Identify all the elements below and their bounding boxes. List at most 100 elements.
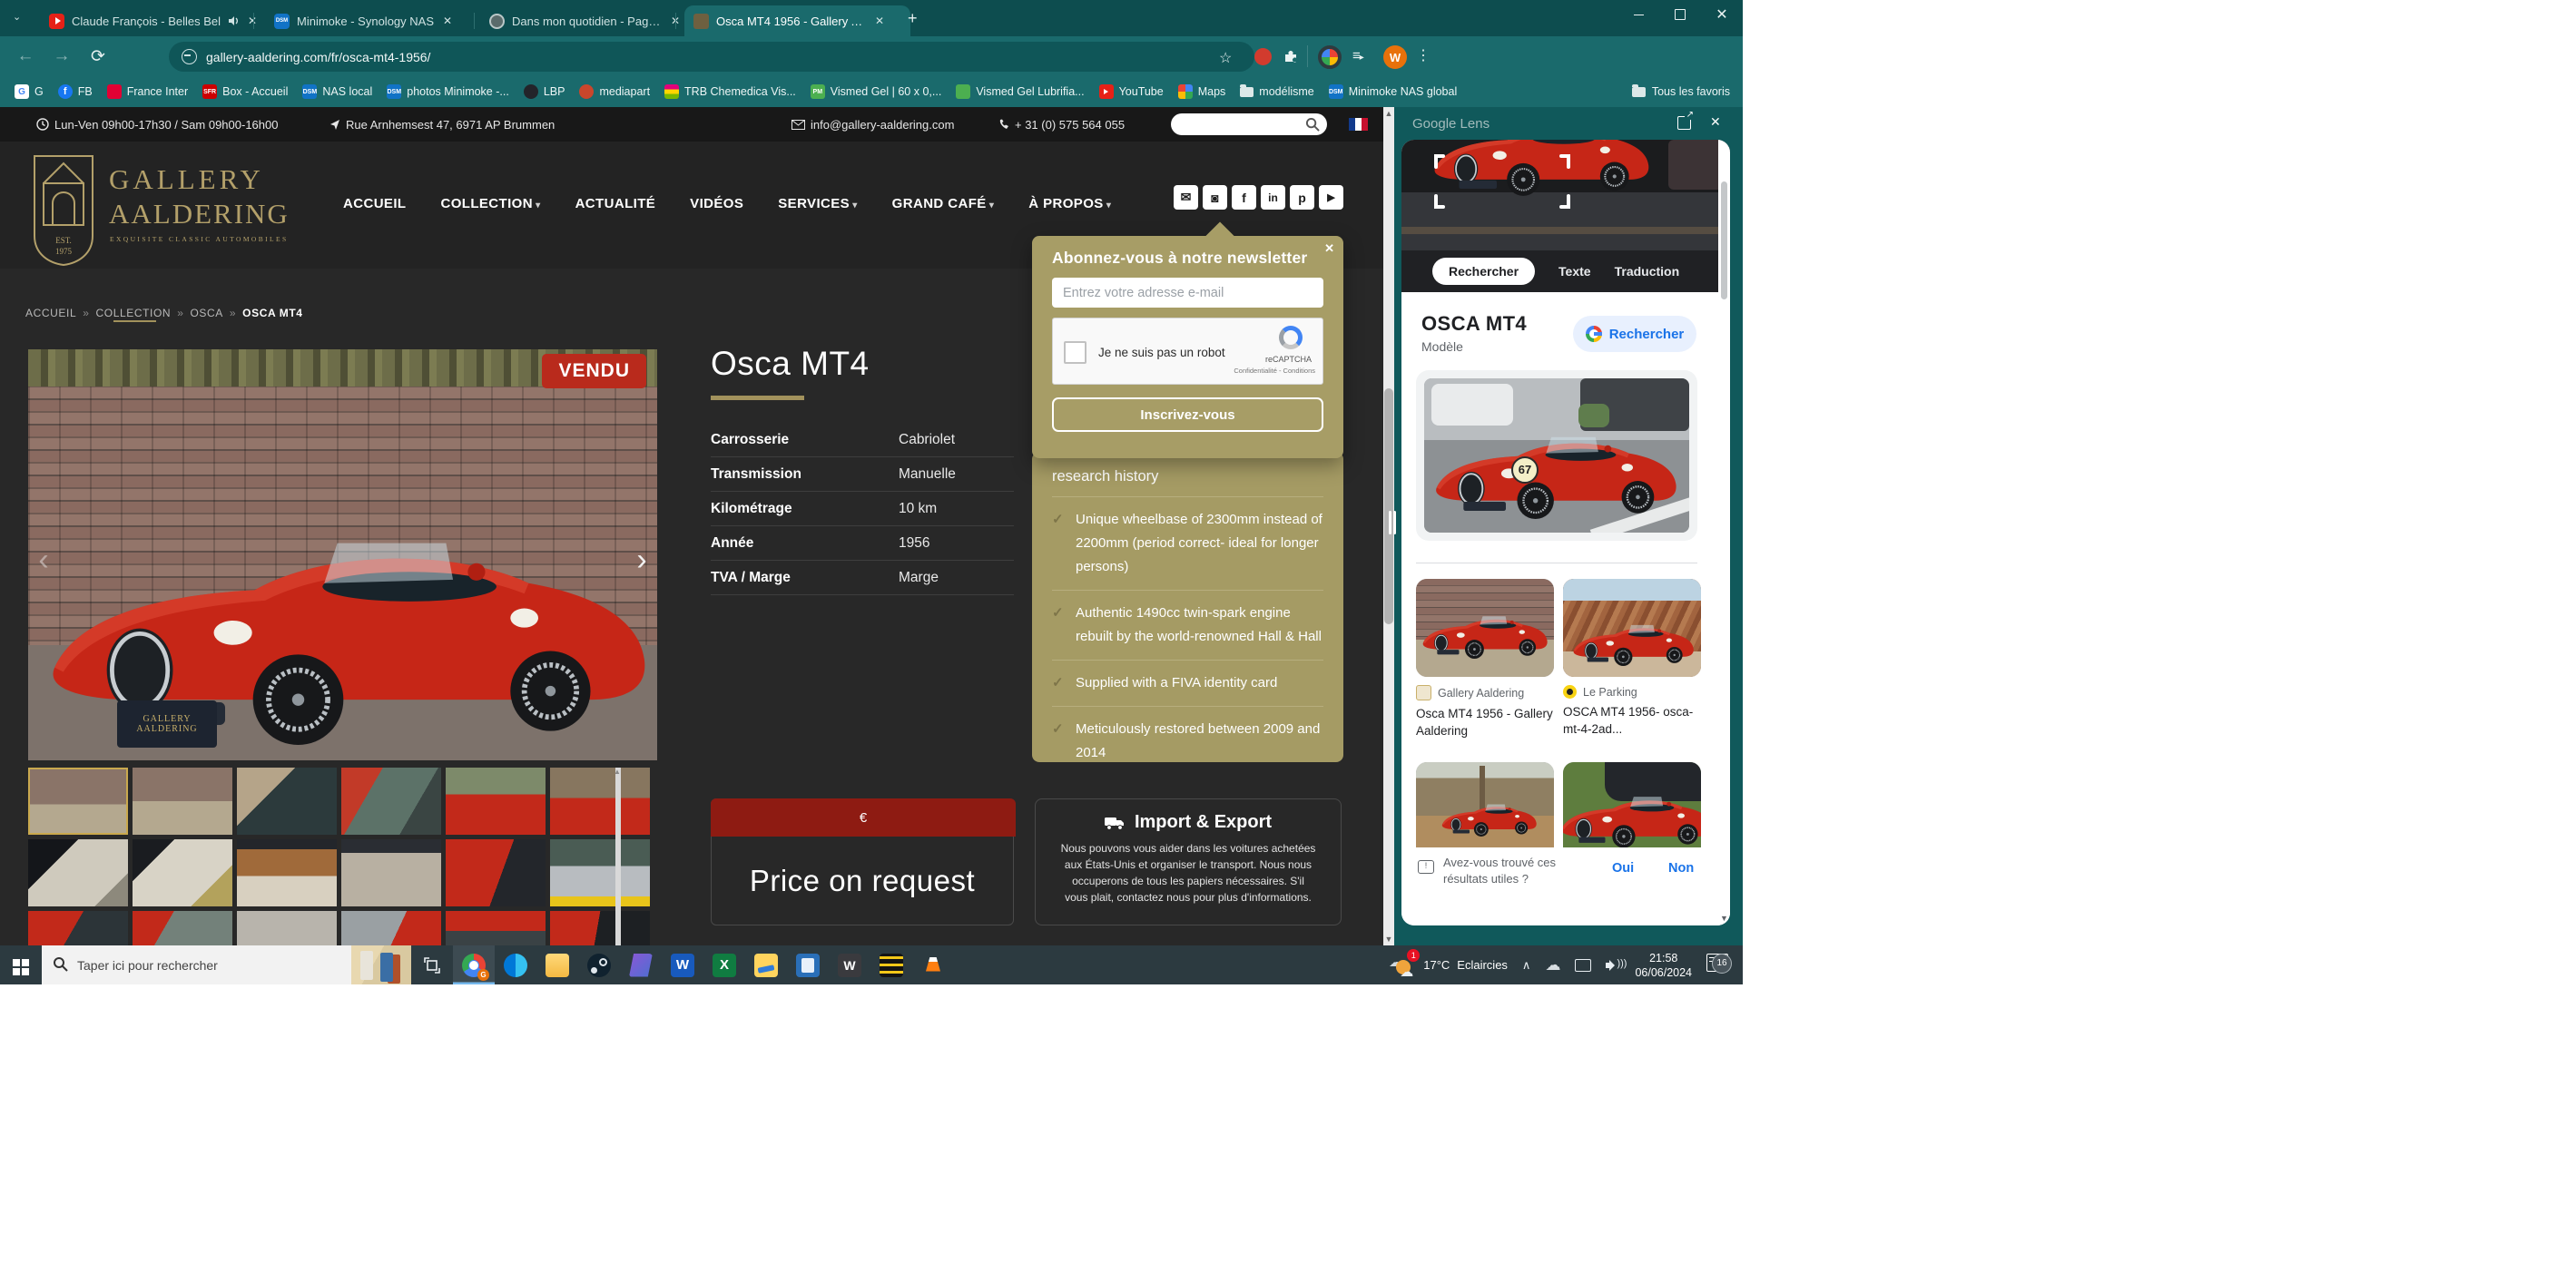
photo-thumbnail[interactable] [550,839,650,906]
taskbar-app-vlc[interactable] [912,945,954,984]
open-in-new-icon[interactable] [1677,116,1691,130]
bookmark-item[interactable]: Maps [1178,84,1226,99]
bookmark-star-icon[interactable]: ☆ [1219,49,1232,67]
window-minimize-button[interactable] [1617,0,1659,29]
nav-item-accueil[interactable]: ACCUEIL [343,196,406,211]
logo-line2[interactable]: AALDERING [109,198,290,230]
taskbar-app-dynamics[interactable] [620,945,662,984]
photo-thumbnail[interactable] [341,839,441,906]
photo-thumbnail[interactable] [446,911,546,945]
nav-item-grand-caf-[interactable]: GRAND CAFÉ ▾ [892,196,995,211]
side-panel-lens-button[interactable] [1318,45,1342,69]
photo-thumbnail[interactable] [446,768,546,835]
taskbar-app-word[interactable]: W [662,945,703,984]
breadcrumb-item[interactable]: OSCA MT4 [242,307,302,319]
volume-icon[interactable]: ))) [1606,959,1620,972]
feedback-yes-link[interactable]: Oui [1612,861,1634,876]
weather-widget[interactable]: ☁☁1 17°C Eclaircies [1389,953,1508,978]
visual-match-card[interactable] [1563,762,1701,860]
nav-item-services[interactable]: SERVICES ▾ [778,196,857,211]
browser-tab[interactable]: Osca MT4 1956 - Gallery Aalder ✕ [684,5,910,36]
photo-thumbnail[interactable] [237,839,337,906]
taskbar-app-steam[interactable] [578,945,620,984]
scrollbar-thumb[interactable] [1384,388,1393,624]
bookmark-item[interactable]: Vismed Gel Lubrifia... [956,84,1084,99]
bookmark-item[interactable]: DSMNAS local [302,84,372,99]
photo-thumbnail[interactable] [237,768,337,835]
browser-tab[interactable]: Claude François - Belles Bel ✕ [40,5,267,36]
tray-expand-chevron-icon[interactable]: ∧ [1522,958,1531,973]
scroll-down-icon[interactable]: ▼ [1383,935,1394,944]
adblock-icon[interactable] [1254,48,1272,65]
url-text[interactable]: gallery-aaldering.com/fr/osca-mt4-1956/ [206,50,430,64]
feedback-no-link[interactable]: Non [1668,861,1694,876]
all-bookmarks-folder[interactable]: Tous les favoris [1632,85,1730,98]
main-car-photo[interactable]: VENDU ‹ › GALLERYAALDERING [28,349,657,760]
email-link[interactable]: info@gallery-aaldering.com [791,107,954,142]
photo-thumbnail[interactable] [28,839,128,906]
visual-match-card[interactable] [1416,762,1554,860]
tab-close-icon[interactable]: ✕ [443,15,452,27]
bookmark-item[interactable]: mediapart [579,84,650,99]
site-search-input[interactable] [1171,113,1327,135]
nav-item-vid-os[interactable]: VIDÉOS [690,196,743,211]
onedrive-cloud-icon[interactable]: ☁ [1545,956,1560,974]
start-button[interactable] [0,955,42,975]
forward-button[interactable]: → [44,46,80,66]
lens-tab-texte[interactable]: Texte [1558,264,1591,279]
lens-scroll-down-icon[interactable]: ▼ [1720,914,1728,923]
tab-close-icon[interactable]: ✕ [875,15,884,27]
lens-tab-traduction[interactable]: Traduction [1615,264,1680,279]
taskbar-app-movie-app[interactable] [870,945,912,984]
bookmark-item[interactable]: PMVismed Gel | 60 x 0,... [811,84,942,99]
nav-item-collection[interactable]: COLLECTION ▾ [440,196,540,211]
address-bar[interactable]: gallery-aaldering.com/fr/osca-mt4-1956/ [169,42,1254,72]
bookmark-item[interactable]: SFRBox - Accueil [202,84,288,99]
cast-icon[interactable] [1575,959,1591,972]
breadcrumb[interactable]: ACCUEIL»COLLECTION»OSCA»OSCA MT4 [25,307,303,319]
match-title[interactable]: OSCA MT4 1956- osca-mt-4-2ad... [1563,703,1701,738]
bookmark-item[interactable]: YouTube [1099,84,1164,99]
taskbar-app-w-app[interactable]: W [829,945,870,984]
reading-list-icon[interactable]: ≡▸ [1352,48,1363,64]
photo-thumbnail[interactable] [237,911,337,945]
browser-tab[interactable]: Dans mon quotidien - Page 46 ✕ [480,5,689,36]
photo-thumbnail[interactable] [28,911,128,945]
taskbar-app-edge[interactable] [495,945,536,984]
photo-thumbnail[interactable] [133,768,232,835]
panel-resize-handle[interactable] [1389,511,1398,534]
thumbnail-scrollbar[interactable]: ▲ [615,768,621,945]
taskbar-search-box[interactable]: Taper ici pour rechercher [42,945,411,984]
linkedin-icon[interactable]: in [1261,185,1285,210]
task-view-button[interactable] [411,945,453,984]
facebook-icon[interactable]: f [1232,185,1256,210]
extensions-puzzle-icon[interactable] [1282,47,1300,70]
reload-button[interactable]: ⟳ [80,46,116,67]
photo-thumbnail[interactable] [446,839,546,906]
lens-close-icon[interactable]: ✕ [1710,114,1721,130]
pinterest-icon[interactable]: p [1290,185,1314,210]
taskbar-app-sticky-notes[interactable] [745,945,787,984]
browser-tab[interactable]: DSM Minimoke - Synology NAS ✕ [265,5,487,36]
tab-search-chevron-icon[interactable]: ⌄ [13,11,21,23]
recaptcha-links[interactable]: Confidentialité - Conditions [1234,367,1315,375]
instagram-icon[interactable]: ◙ [1203,185,1227,210]
lens-scrollbar[interactable]: ▼ [1718,140,1730,925]
envelope-icon[interactable]: ✉ [1174,185,1198,210]
photo-thumbnail[interactable] [133,911,232,945]
lens-tab-rechercher[interactable]: Rechercher [1432,258,1535,285]
nav-item-actualit-[interactable]: ACTUALITÉ [575,196,656,211]
bookmark-item[interactable]: LBP [524,84,565,99]
visual-match-card[interactable]: Le Parking OSCA MT4 1956- osca-mt-4-2ad.… [1563,579,1701,738]
photo-thumbnail[interactable] [133,839,232,906]
photo-thumbnail[interactable] [341,911,441,945]
breadcrumb-item[interactable]: ACCUEIL [25,307,76,319]
site-info-icon[interactable] [182,49,197,64]
photo-thumbnail[interactable] [550,911,650,945]
lens-search-button[interactable]: Rechercher [1573,316,1696,352]
taskbar-app-chrome[interactable]: G [453,945,495,984]
carousel-prev-arrow[interactable]: ‹ [30,546,57,573]
bookmark-item[interactable]: DSMMinimoke NAS global [1329,84,1458,99]
window-maximize-button[interactable] [1659,0,1701,29]
tab-audio-icon[interactable] [228,15,239,26]
